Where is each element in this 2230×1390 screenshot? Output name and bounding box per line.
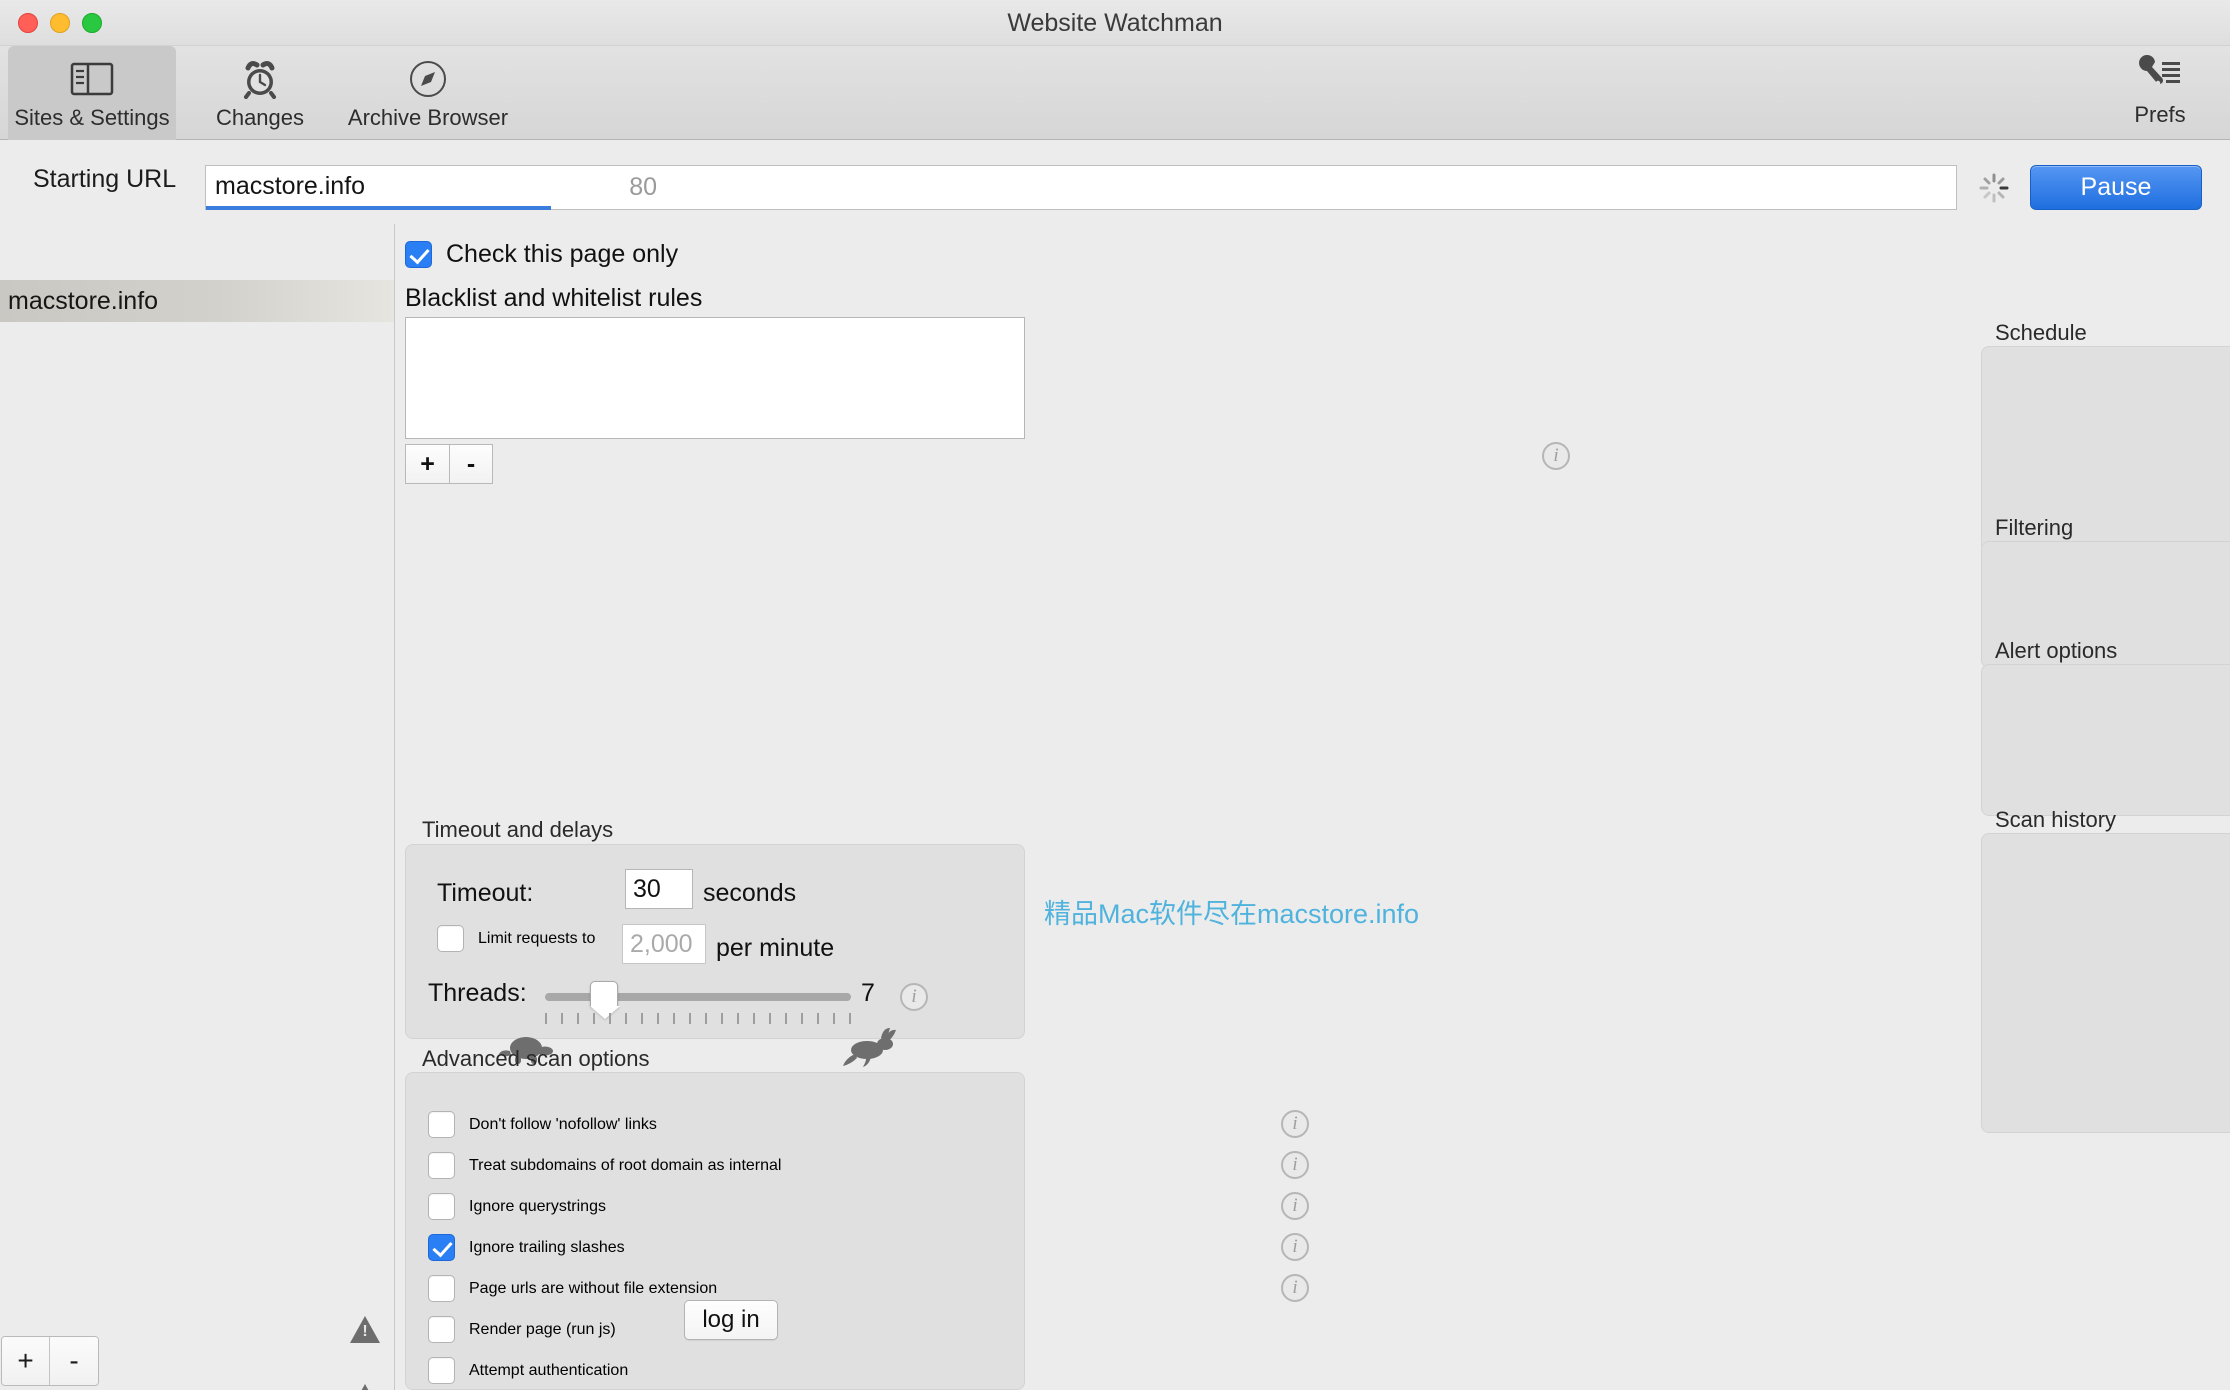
- blacklist-title: Blacklist and whitelist rules: [405, 284, 703, 312]
- log-in-button[interactable]: log in: [684, 1300, 778, 1340]
- threads-value: 7: [861, 979, 875, 1007]
- option-subdomains-checkbox[interactable]: [428, 1152, 455, 1179]
- threads-label: Threads:: [428, 979, 527, 1007]
- threads-info-icon[interactable]: i: [900, 983, 928, 1011]
- add-rule-button[interactable]: +: [405, 444, 449, 484]
- app-window: Website Watchman Sites & Settings Change…: [0, 0, 2230, 1390]
- threads-slider-ticks: [545, 1013, 851, 1025]
- scan-history-group-label: Scan history: [1995, 807, 2117, 832]
- filtering-group-label: Filtering: [1995, 515, 2074, 540]
- wrench-settings-icon: [2136, 55, 2184, 100]
- tab-changes-label: Changes: [215, 105, 305, 130]
- list-item[interactable]: macstore.info: [0, 280, 394, 322]
- tab-sites-and-settings[interactable]: Sites & Settings: [8, 46, 176, 140]
- tab-sites-and-settings-label: Sites & Settings: [14, 105, 170, 130]
- limit-requests-row[interactable]: Limit requests to: [437, 925, 595, 952]
- url-row: Starting URL macstore.info 80 Pause: [0, 141, 2230, 224]
- port-input[interactable]: 80: [551, 173, 671, 202]
- check-page-only-row[interactable]: Check this page only: [405, 240, 678, 269]
- alarm-clock-icon: [239, 55, 281, 103]
- remove-site-button[interactable]: -: [50, 1337, 98, 1385]
- option-render-page-label: Render page (run js): [469, 1320, 616, 1338]
- alert-options-group-label: Alert options: [1995, 638, 2118, 663]
- threads-slider[interactable]: [545, 981, 851, 1019]
- advanced-group-label: Advanced scan options: [422, 1046, 650, 1071]
- toolbar: Sites & Settings Changes Archive Browser…: [0, 46, 2230, 140]
- check-page-only-label: Check this page only: [446, 240, 679, 268]
- option-row-no-file-extension[interactable]: Page urls are without file extension: [428, 1275, 717, 1302]
- option-row-attempt-auth[interactable]: Attempt authentication: [428, 1357, 628, 1384]
- option-no-file-extension-label: Page urls are without file extension: [469, 1279, 718, 1297]
- option-attempt-auth-warning-icon: [350, 1384, 380, 1390]
- tab-changes[interactable]: Changes: [176, 46, 344, 140]
- sidebar-layout-icon: [70, 55, 114, 103]
- check-page-only-checkbox[interactable]: [405, 241, 432, 268]
- option-querystrings-checkbox[interactable]: [428, 1193, 455, 1220]
- prefs-button[interactable]: Prefs: [2100, 46, 2220, 140]
- add-site-button[interactable]: +: [2, 1337, 50, 1385]
- option-attempt-auth-checkbox[interactable]: [428, 1357, 455, 1384]
- option-trailing-slashes-info-icon[interactable]: i: [1281, 1233, 1309, 1261]
- site-add-remove-group: + -: [1, 1336, 99, 1386]
- prefs-label: Prefs: [2134, 102, 2186, 127]
- tab-archive-browser-label: Archive Browser: [347, 105, 509, 130]
- pause-button[interactable]: Pause: [2030, 165, 2202, 210]
- rabbit-icon: [841, 1028, 901, 1073]
- option-row-subdomains[interactable]: Treat subdomains of root domain as inter…: [428, 1152, 781, 1179]
- limit-units-label: per minute: [716, 934, 835, 962]
- settings-panel: Check this page only Blacklist and white…: [350, 224, 1570, 1390]
- schedule-group-label: Schedule: [1995, 320, 2087, 345]
- rules-list[interactable]: [405, 317, 1025, 439]
- tab-archive-browser[interactable]: Archive Browser: [344, 46, 512, 140]
- window-title: Website Watchman: [1007, 9, 1223, 37]
- option-nofollow-info-icon[interactable]: i: [1281, 1110, 1309, 1138]
- option-nofollow-checkbox[interactable]: [428, 1111, 455, 1138]
- option-querystrings-label: Ignore querystrings: [469, 1197, 606, 1215]
- timeout-group-label: Timeout and delays: [422, 817, 614, 842]
- option-render-page-warning-icon: [350, 1316, 380, 1343]
- option-trailing-slashes-label: Ignore trailing slashes: [469, 1238, 625, 1256]
- option-subdomains-label: Treat subdomains of root domain as inter…: [469, 1156, 782, 1174]
- alert-options-group: [1981, 664, 2230, 816]
- option-subdomains-info-icon[interactable]: i: [1281, 1151, 1309, 1179]
- starting-url-input[interactable]: macstore.info: [206, 166, 551, 210]
- compass-icon: [408, 55, 448, 103]
- option-row-querystrings[interactable]: Ignore querystrings: [428, 1193, 606, 1220]
- timeout-group: Timeout: 30 seconds Limit requests to 2,…: [405, 844, 1025, 1067]
- option-no-file-extension-checkbox[interactable]: [428, 1275, 455, 1302]
- option-row-nofollow[interactable]: Don't follow 'nofollow' links: [428, 1111, 657, 1138]
- remove-rule-button[interactable]: -: [449, 444, 493, 484]
- option-querystrings-info-icon[interactable]: i: [1281, 1192, 1309, 1220]
- right-panel: Schedule None Commit Important - press C…: [1356, 224, 2230, 1390]
- timeout-units-label: seconds: [703, 879, 797, 907]
- timeout-input[interactable]: 30: [625, 869, 693, 909]
- option-row-trailing-slashes[interactable]: Ignore trailing slashes: [428, 1234, 625, 1261]
- limit-requests-label: Limit requests to: [478, 929, 596, 947]
- starting-url-field[interactable]: macstore.info 80: [205, 165, 1957, 210]
- starting-url-label: Starting URL: [33, 165, 177, 193]
- sites-sidebar: macstore.info + -: [0, 224, 395, 1390]
- option-attempt-auth-label: Attempt authentication: [469, 1361, 629, 1379]
- timeout-label: Timeout:: [437, 879, 534, 907]
- site-name: macstore.info: [8, 286, 159, 315]
- sidebar-bottom-bar: + -: [0, 1332, 394, 1390]
- limit-requests-input[interactable]: 2,000: [622, 924, 706, 964]
- option-nofollow-label: Don't follow 'nofollow' links: [469, 1115, 657, 1133]
- title-bar: Website Watchman: [0, 0, 2230, 46]
- rules-add-remove-group: + -: [405, 444, 493, 484]
- progress-spinner-icon: [1978, 172, 2010, 204]
- option-row-render-page[interactable]: Render page (run js): [428, 1316, 616, 1343]
- threads-slider-knob[interactable]: [590, 981, 620, 1019]
- option-no-file-extension-info-icon[interactable]: i: [1281, 1274, 1309, 1302]
- option-trailing-slashes-checkbox[interactable]: [428, 1234, 455, 1261]
- limit-requests-checkbox[interactable]: [437, 925, 464, 952]
- option-render-page-checkbox[interactable]: [428, 1316, 455, 1343]
- scan-history-group: [1981, 833, 2230, 1133]
